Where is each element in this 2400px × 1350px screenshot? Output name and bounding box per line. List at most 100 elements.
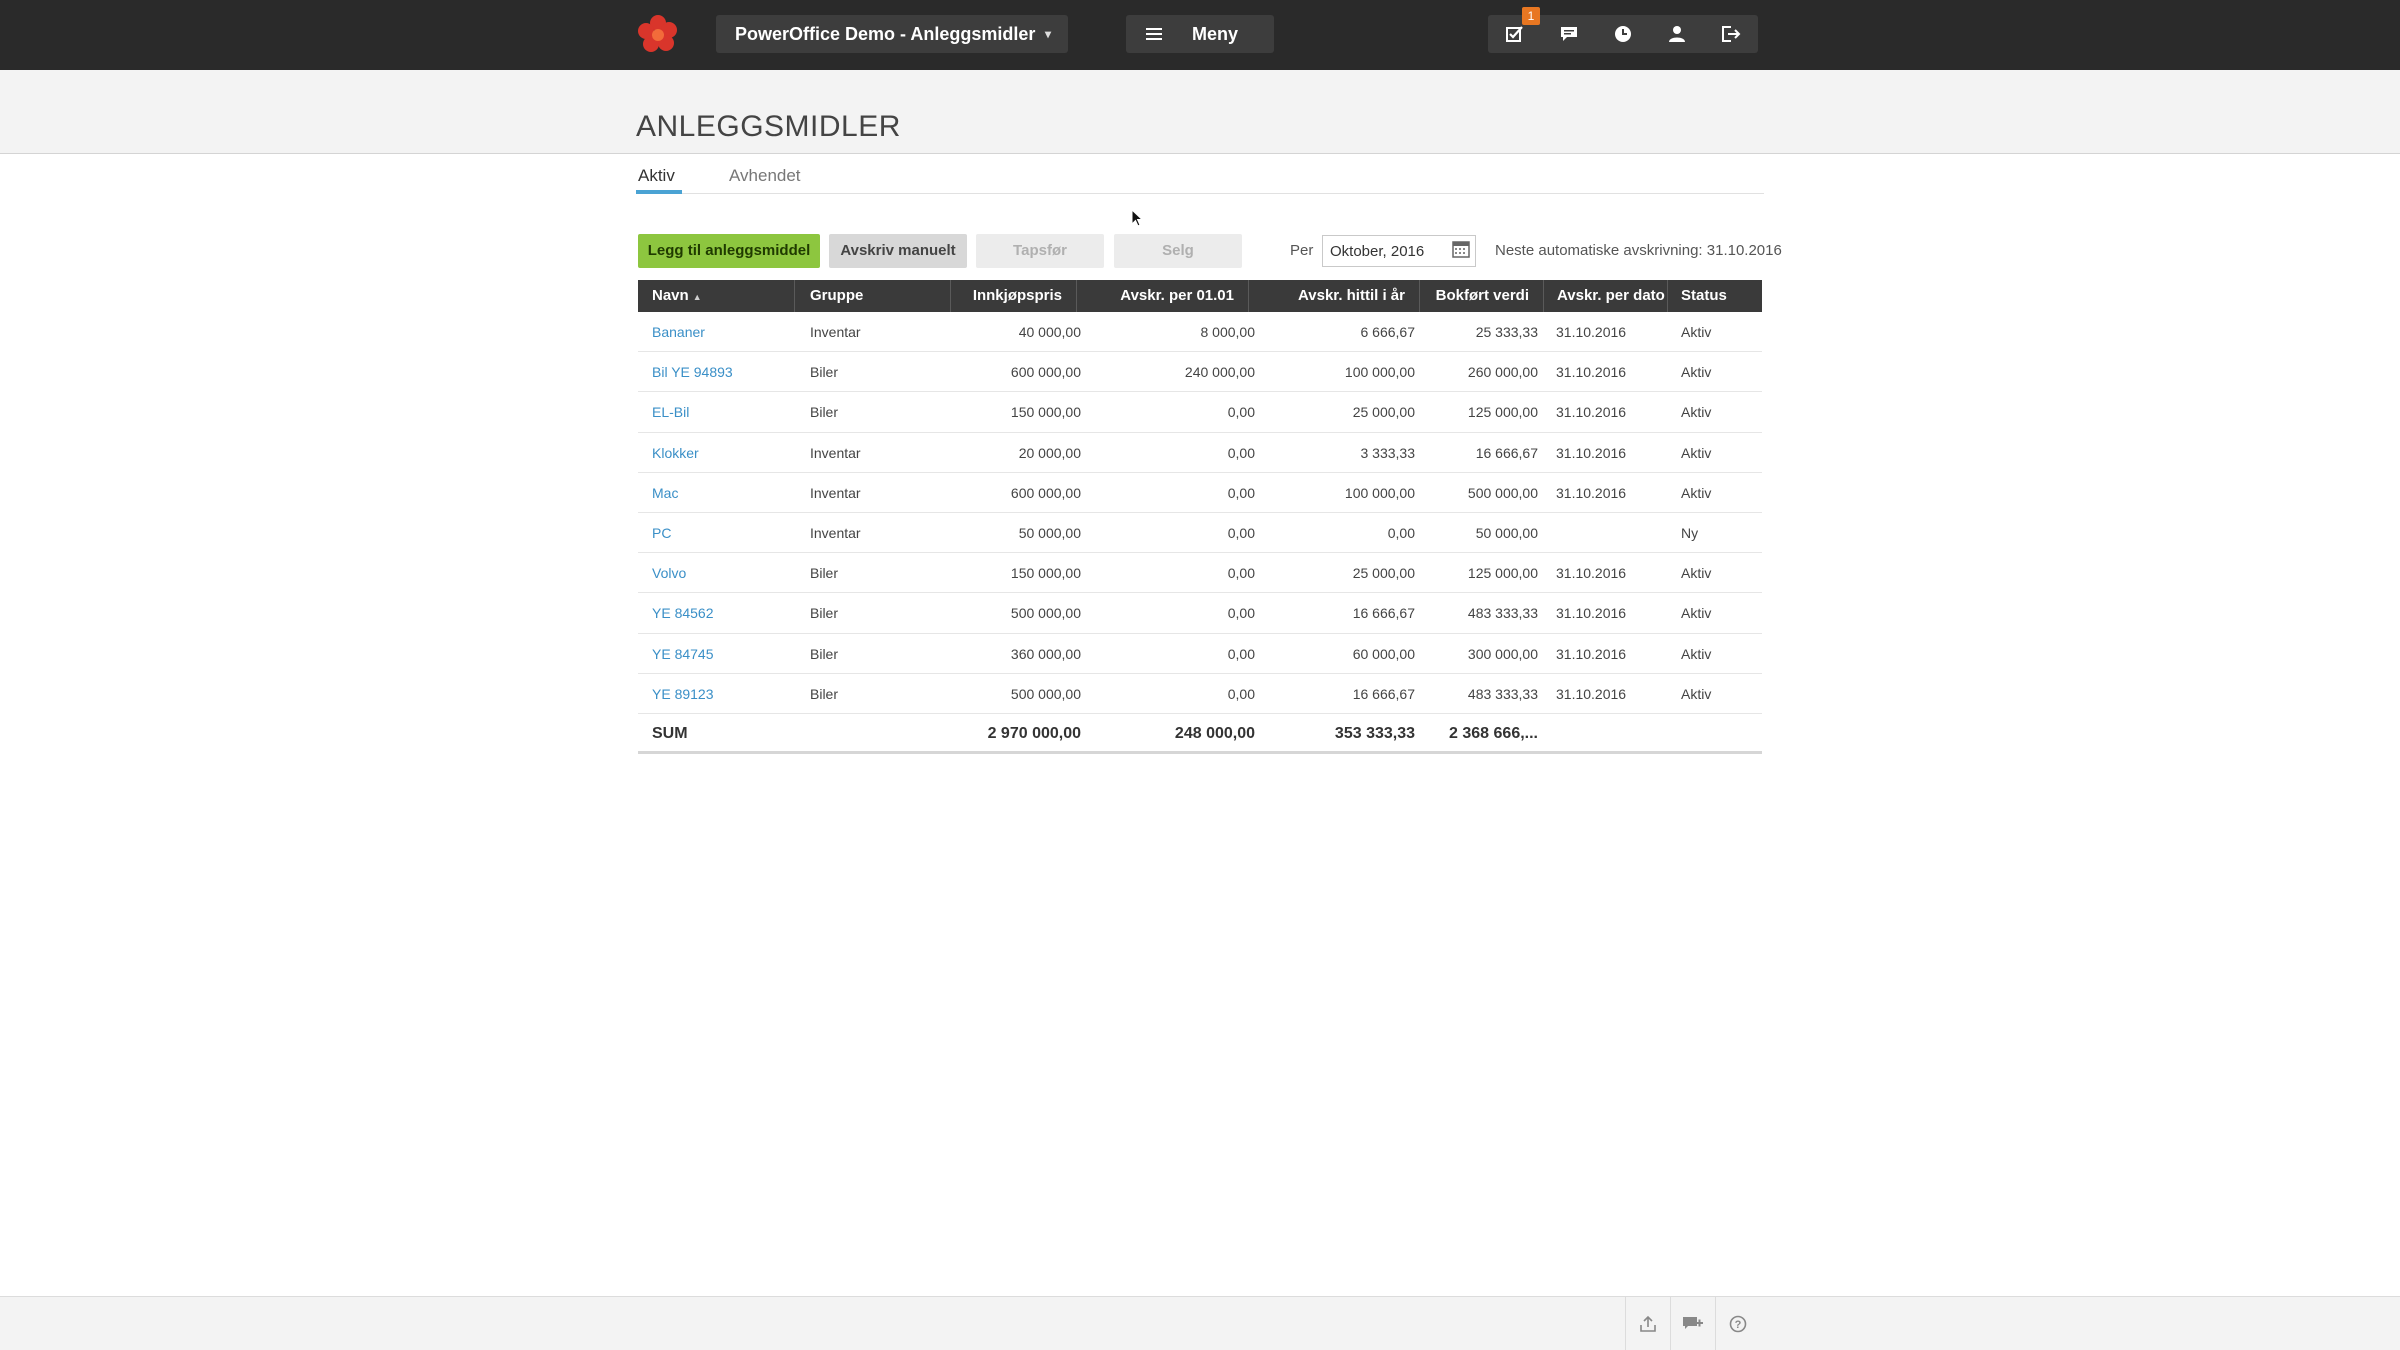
asset-group: Biler (810, 645, 839, 662)
table-row[interactable]: YE 84745 Biler 360 000,00 0,00 60 000,00 300 … (638, 634, 1762, 674)
asset-name-link[interactable]: Bananer (652, 312, 792, 352)
column-header-gruppe[interactable]: Gruppe (795, 280, 951, 312)
tab-avhendet[interactable]: Avhendet (729, 166, 801, 186)
asset-dep-date: 31.10.2016 (1556, 324, 1627, 340)
menu-button[interactable]: Meny (1126, 15, 1274, 53)
asset-name-link[interactable]: PC (652, 513, 792, 553)
asset-group: Biler (810, 364, 839, 381)
feedback-icon (1683, 1317, 1703, 1329)
asset-name-link[interactable]: Mac (652, 473, 792, 513)
asset-dep0101: 8 000,00 (1200, 324, 1256, 340)
next-depreciation-info: Neste automatiske avskrivning: 31.10.201… (1495, 242, 1782, 259)
asset-depytd: 3 333,33 (1360, 444, 1416, 461)
asset-dep0101: 0,00 (1227, 484, 1255, 501)
asset-name-link[interactable]: Bil YE 94893 (652, 352, 792, 392)
asset-name-link[interactable]: EL-Bil (652, 392, 792, 432)
asset-status: Aktiv (1681, 324, 1712, 340)
asset-dep0101: 0,00 (1227, 524, 1255, 541)
column-header-innkjopspris[interactable]: Innkjøpspris (951, 280, 1077, 312)
asset-name-link[interactable]: YE 89123 (652, 674, 792, 714)
manual-depreciation-button[interactable]: Avskriv manuelt (829, 234, 967, 268)
table-row[interactable]: YE 84562 Biler 500 000,00 0,00 16 666,67 483 … (638, 593, 1762, 634)
company-selector[interactable]: PowerOffice Demo - Anleggsmidler ▾ (716, 15, 1068, 53)
task-count-badge: 1 (1522, 7, 1540, 25)
company-label: PowerOffice Demo - Anleggsmidler (735, 24, 1036, 44)
asset-depytd: 25 000,00 (1352, 404, 1415, 421)
asset-book-value: 260 000,00 (1467, 364, 1538, 381)
column-header-avskr-hittil[interactable]: Avskr. hittil i år (1249, 280, 1420, 312)
asset-depytd: 25 000,00 (1352, 565, 1415, 582)
profile-button[interactable] (1650, 15, 1704, 53)
write-off-button[interactable]: Tapsfør (976, 234, 1104, 268)
sell-button[interactable]: Selg (1114, 234, 1242, 268)
hamburger-icon (1146, 28, 1162, 40)
table-row[interactable]: Mac Inventar 600 000,00 0,00 100 000,00 500 0… (638, 473, 1762, 513)
asset-book-value: 300 000,00 (1467, 645, 1538, 662)
table-row[interactable]: PC Inventar 50 000,00 0,00 0,00 50 000,00 Ny (638, 513, 1762, 554)
asset-price: 150 000,00 (1010, 565, 1081, 582)
column-header-navn[interactable]: Navn ▲ (638, 280, 795, 312)
asset-status: Aktiv (1681, 364, 1712, 381)
asset-group: Inventar (810, 324, 861, 340)
table-row[interactable]: YE 89123 Biler 500 000,00 0,00 16 666,67 483 … (638, 674, 1762, 714)
asset-group: Inventar (810, 444, 861, 461)
asset-book-value: 16 666,67 (1475, 444, 1538, 461)
asset-price: 50 000,00 (1018, 524, 1081, 541)
asset-price: 360 000,00 (1010, 645, 1081, 662)
asset-group: Inventar (810, 484, 861, 501)
asset-dep0101: 0,00 (1227, 605, 1255, 622)
poweroffice-logo[interactable] (636, 13, 680, 57)
column-header-bokfort-verdi[interactable]: Bokført verdi (1420, 280, 1544, 312)
feedback-button[interactable] (1670, 1297, 1715, 1350)
calendar-icon[interactable] (1452, 240, 1470, 258)
menu-label: Meny (1192, 24, 1239, 44)
asset-status: Ny (1681, 524, 1699, 541)
asset-name-link[interactable]: Volvo (652, 553, 792, 593)
table-body: Bananer Inventar 40 000,00 8 000,00 6 666,67… (638, 312, 1762, 714)
asset-name-link[interactable]: Klokker (652, 433, 792, 473)
asset-book-value: 25 333,33 (1475, 324, 1538, 340)
asset-price: 500 000,00 (1010, 605, 1081, 622)
asset-status: Aktiv (1681, 605, 1712, 622)
clock-icon (1615, 26, 1631, 42)
svg-text:?: ? (1735, 1319, 1742, 1331)
history-button[interactable] (1596, 15, 1650, 53)
tab-aktiv[interactable]: Aktiv (638, 166, 675, 186)
export-button[interactable] (1625, 1297, 1670, 1350)
asset-price: 500 000,00 (1010, 685, 1081, 702)
chat-button[interactable] (1542, 15, 1596, 53)
column-header-status[interactable]: Status (1668, 280, 1762, 312)
table-row[interactable]: EL-Bil Biler 150 000,00 0,00 25 000,00 125 00… (638, 392, 1762, 433)
asset-name-link[interactable]: YE 84562 (652, 593, 792, 633)
help-button[interactable]: ? (1715, 1297, 1760, 1350)
logout-icon (1722, 26, 1741, 42)
user-icon (1669, 26, 1685, 42)
table-row[interactable]: Bananer Inventar 40 000,00 8 000,00 6 666,67… (638, 312, 1762, 353)
asset-depytd: 100 000,00 (1344, 364, 1415, 381)
column-header-avskr-0101[interactable]: Avskr. per 01.01 (1077, 280, 1249, 312)
column-header-avskr-dato[interactable]: Avskr. per dato (1544, 280, 1668, 312)
asset-price: 40 000,00 (1018, 324, 1081, 340)
period-label: Per (1290, 242, 1314, 259)
asset-dep-date: 31.10.2016 (1556, 364, 1627, 381)
asset-depytd: 100 000,00 (1344, 484, 1415, 501)
table-row[interactable]: Bil YE 94893 Biler 600 000,00 240 000,00 100… (638, 352, 1762, 393)
asset-price: 150 000,00 (1010, 404, 1081, 421)
asset-group: Biler (810, 605, 839, 622)
sum-depytd: 353 333,33 (1334, 724, 1415, 742)
add-asset-button[interactable]: Legg til anleggsmiddel (638, 234, 820, 268)
asset-dep-date: 31.10.2016 (1556, 605, 1627, 622)
asset-dep0101: 240 000,00 (1184, 364, 1255, 381)
column-header-label: Navn (652, 287, 689, 304)
top-navigation-bar: PowerOffice Demo - Anleggsmidler ▾ Meny … (0, 0, 2400, 70)
asset-depytd: 60 000,00 (1352, 645, 1415, 662)
asset-depytd: 16 666,67 (1352, 605, 1415, 622)
assets-table: Navn ▲ Gruppe Innkjøpspris Avskr. per 01.… (638, 280, 1762, 754)
tasks-button[interactable]: 1 (1488, 7, 1542, 53)
logout-button[interactable] (1704, 15, 1758, 53)
page-title: ANLEGGSMIDLER (636, 110, 901, 143)
help-icon: ? (1729, 1315, 1747, 1333)
table-row[interactable]: Klokker Inventar 20 000,00 0,00 3 333,33 16 6… (638, 433, 1762, 473)
table-row[interactable]: Volvo Biler 150 000,00 0,00 25 000,00 125 000… (638, 553, 1762, 594)
asset-name-link[interactable]: YE 84745 (652, 634, 792, 674)
